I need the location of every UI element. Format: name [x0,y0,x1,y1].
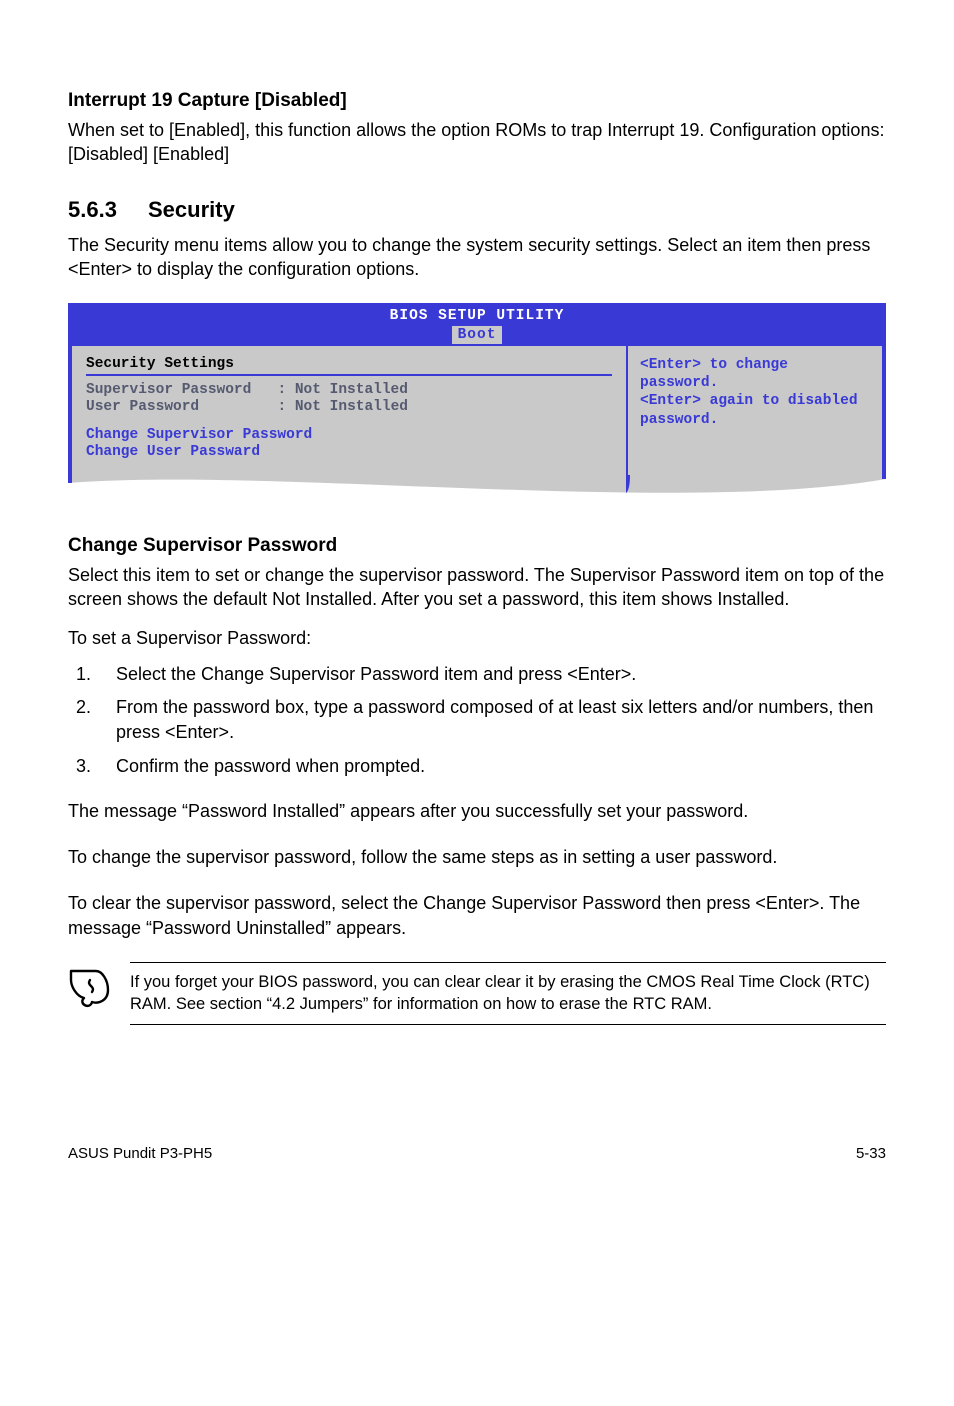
section-heading-security: 5.6.3Security [68,197,886,223]
paragraph-interrupt-desc: When set to [Enabled], this function all… [68,118,886,167]
bios-left-panel: Security Settings Supervisor Password : … [72,346,628,475]
bios-user-value: : Not Installed [277,399,408,415]
steps-list: Select the Change Supervisor Password it… [68,662,886,779]
paragraph-security-intro: The Security menu items allow you to cha… [68,233,886,282]
bios-user-label: User Password [86,399,199,415]
paragraph-change-supervisor-desc: Select this item to set or change the su… [68,563,886,612]
bios-fade-bottom [68,475,886,509]
bios-change-user: Change User Passward [86,444,612,460]
bios-supervisor-label: Supervisor Password [86,382,251,398]
page-footer: ASUS Pundit P3-PH5 5-33 [68,1145,886,1162]
bios-tab-boot: Boot [452,326,503,344]
heading-change-supervisor: Change Supervisor Password [68,535,886,557]
step-2: From the password box, type a password c… [96,695,886,745]
bios-supervisor-value: : Not Installed [277,382,408,398]
bios-change-supervisor: Change Supervisor Password [86,427,612,443]
note-icon [68,962,130,1013]
step-3: Confirm the password when prompted. [96,754,886,779]
bios-header: BIOS SETUP UTILITY Boot [68,303,886,346]
bios-row-supervisor: Supervisor Password : Not Installed [86,382,612,398]
bios-security-settings-label: Security Settings [86,356,612,372]
bios-title: BIOS SETUP UTILITY [390,308,565,324]
paragraph-password-installed: The message “Password Installed” appears… [68,799,886,823]
bios-row-user: User Password : Not Installed [86,399,612,415]
note-block: If you forget your BIOS password, you ca… [68,962,886,1025]
section-number: 5.6.3 [68,197,148,223]
bios-divider [86,374,612,376]
section-title: Security [148,197,235,222]
paragraph-clear-password: To clear the supervisor password, select… [68,891,886,940]
footer-product: ASUS Pundit P3-PH5 [68,1145,212,1162]
bios-setup-screenshot: BIOS SETUP UTILITY Boot Security Setting… [68,303,886,509]
paragraph-set-supervisor-intro: To set a Supervisor Password: [68,626,886,650]
note-text: If you forget your BIOS password, you ca… [130,971,886,1016]
step-1: Select the Change Supervisor Password it… [96,662,886,687]
footer-page-number: 5-33 [856,1145,886,1162]
heading-interrupt: Interrupt 19 Capture [Disabled] [68,90,886,112]
bios-help-panel: <Enter> to change password. <Enter> agai… [628,346,882,475]
paragraph-change-password: To change the supervisor password, follo… [68,845,886,869]
